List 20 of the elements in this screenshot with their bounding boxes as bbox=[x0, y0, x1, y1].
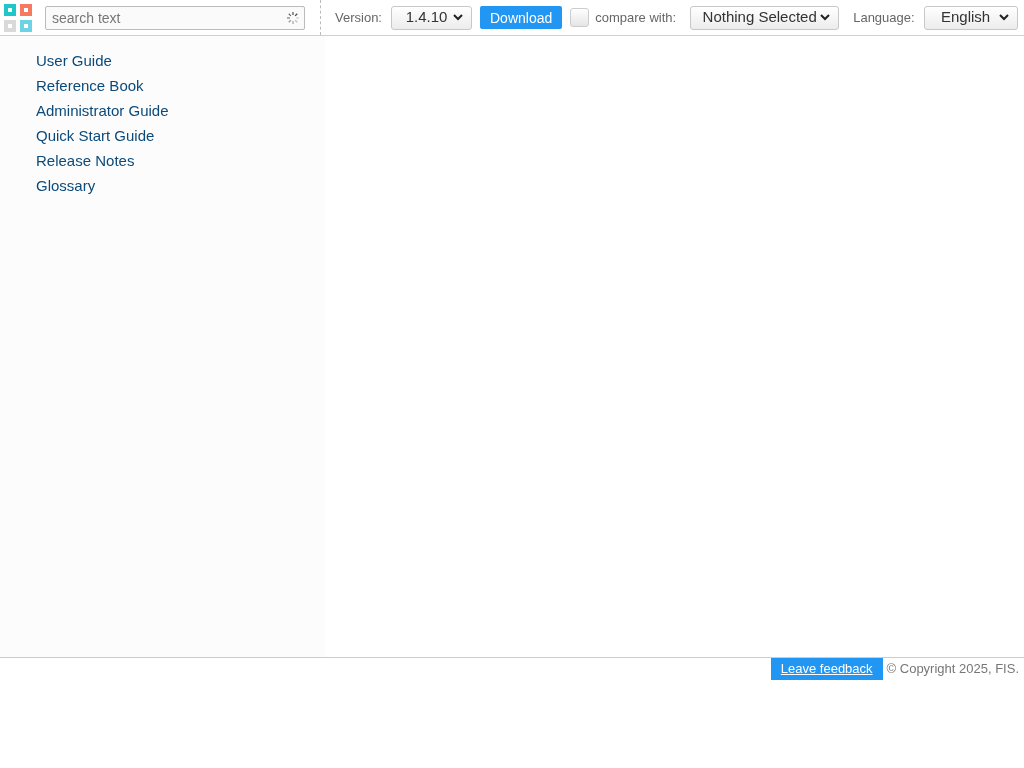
compare-checkbox[interactable] bbox=[570, 8, 590, 27]
compare-select[interactable]: Nothing Selected bbox=[690, 5, 840, 30]
logo-icon bbox=[4, 3, 32, 32]
sidebar-link[interactable]: Quick Start Guide bbox=[36, 123, 155, 148]
copyright-text: © Copyright 2025, FIS. bbox=[886, 660, 1019, 679]
compare-label: compare with: bbox=[595, 8, 677, 27]
chevron-icon bbox=[998, 14, 1009, 21]
language-select[interactable]: English bbox=[923, 5, 1018, 30]
language-label: Language: bbox=[853, 8, 915, 27]
sidebar-link[interactable]: User Guide bbox=[36, 48, 112, 73]
search-field[interactable]: search text bbox=[45, 5, 305, 30]
sidebar-link[interactable]: Administrator Guide bbox=[36, 98, 169, 123]
chevron-icon bbox=[453, 14, 463, 21]
version-select[interactable]: 1.4.10 bbox=[391, 5, 472, 30]
spinner-icon bbox=[286, 10, 300, 25]
sidebar-link[interactable]: Release Notes bbox=[36, 148, 135, 173]
sidebar-link[interactable]: Glossary bbox=[36, 173, 96, 198]
sidebar-link[interactable]: Reference Book bbox=[36, 73, 144, 98]
chevron-icon bbox=[820, 14, 831, 21]
version-label: Version: bbox=[335, 8, 382, 27]
